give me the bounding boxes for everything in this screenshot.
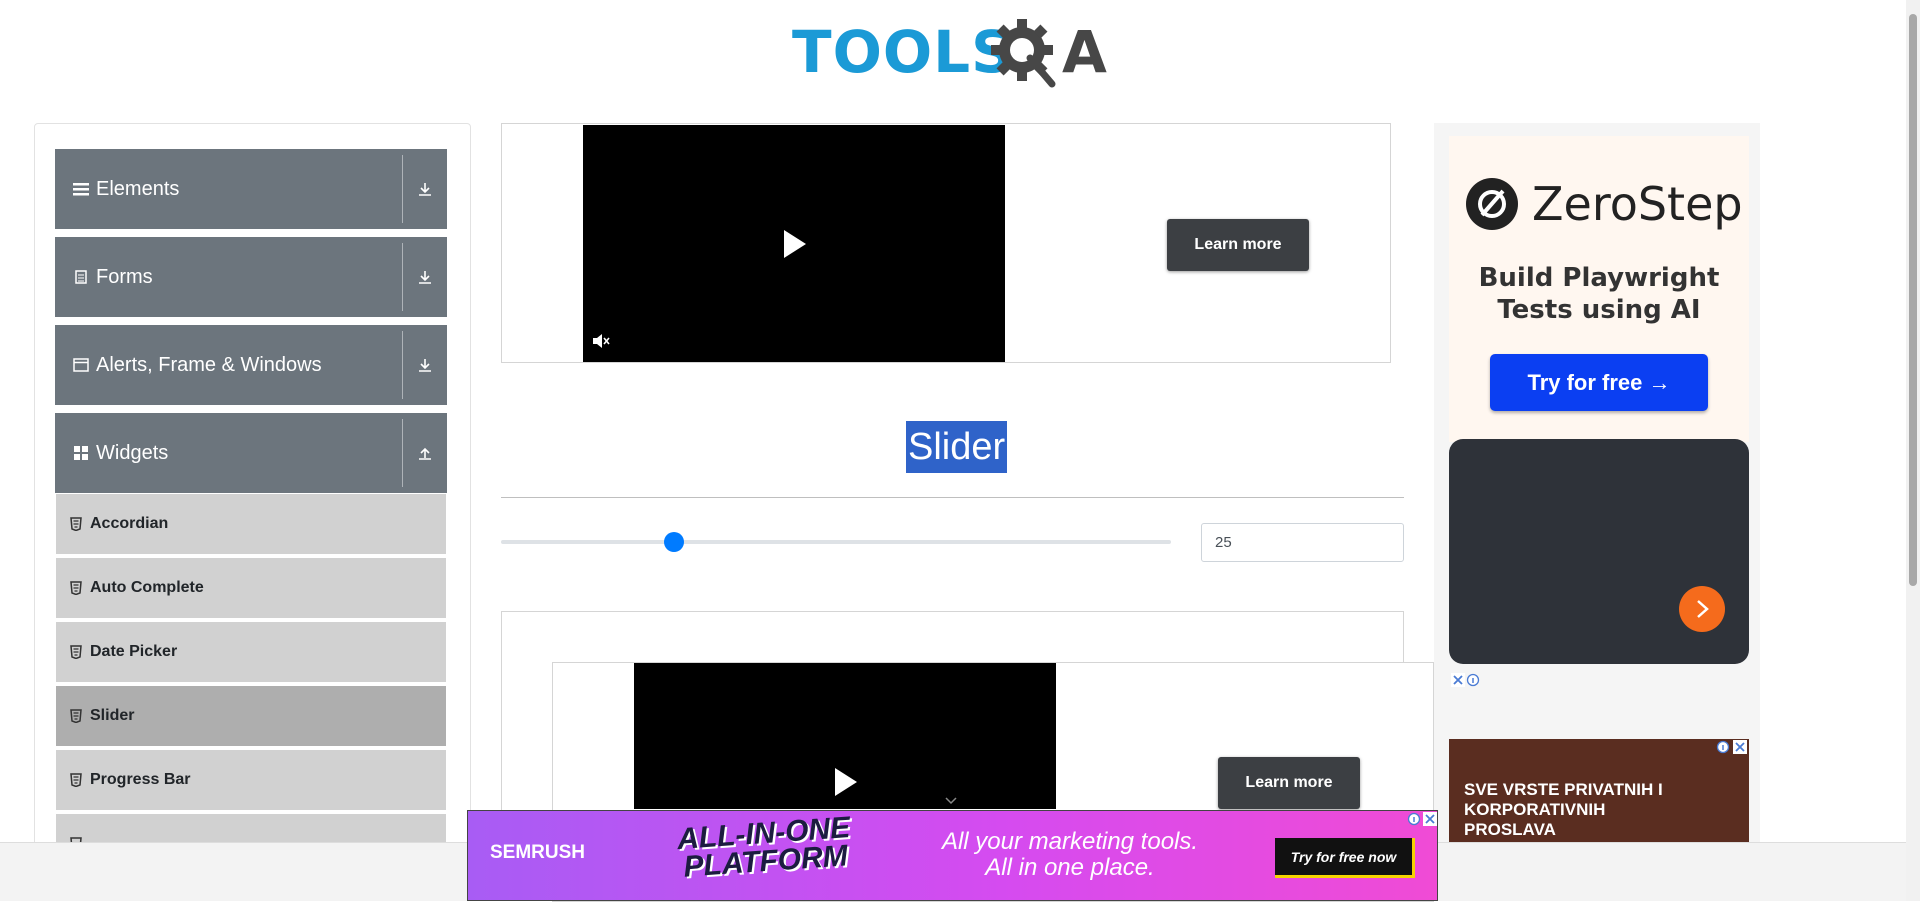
zerostep-brand: ZeroStep: [1532, 177, 1743, 231]
window-icon: [72, 356, 90, 374]
title-divider: [501, 497, 1404, 498]
menu-item-label: Accordian: [90, 515, 169, 532]
menu-item-label: Auto Complete: [90, 579, 204, 596]
zerostep-logo-icon: [1466, 178, 1518, 230]
sidebar-group-elements[interactable]: Elements: [55, 149, 447, 229]
try-for-free-now-button[interactable]: Try for free now: [1275, 838, 1415, 878]
group-label: Forms: [96, 265, 153, 288]
hamburger-icon: [72, 180, 90, 198]
tagline-line: Tests using AI: [1497, 295, 1701, 325]
bar-ad-text: SVE VRSTE PRIVATNIH I KORPORATIVNIH PROS…: [1464, 780, 1663, 839]
sidebar-group-alerts-frame-windows[interactable]: Alerts, Frame & Windows: [55, 325, 447, 405]
zerostep-tagline: Build Playwright Tests using AI: [1449, 262, 1749, 326]
html5-icon: [70, 709, 82, 723]
toolsqa-logo[interactable]: TOOLS A: [792, 14, 1117, 90]
sidebar-group-widgets[interactable]: Widgets: [55, 413, 447, 493]
menu-item-auto-complete[interactable]: Auto Complete: [56, 558, 446, 620]
slider-value-field[interactable]: 25: [1201, 523, 1404, 562]
try-for-free-button[interactable]: Try for free →: [1490, 354, 1708, 411]
video-player-top[interactable]: [583, 125, 1005, 362]
upload-icon[interactable]: [411, 413, 439, 493]
tagline-line: All your marketing tools.: [941, 828, 1199, 855]
menu-item-accordian[interactable]: Accordian: [56, 494, 446, 556]
group-divider: [402, 331, 403, 399]
ad-choices-icon[interactable]: [1407, 812, 1437, 826]
group-label: Alerts, Frame & Windows: [96, 353, 322, 376]
logo-text: TOOLS: [792, 18, 1014, 86]
group-label: Elements: [96, 177, 180, 200]
document-icon: [72, 268, 90, 286]
html5-icon: [70, 517, 82, 531]
tagline-line: All in one place.: [985, 854, 1155, 881]
next-arrow-button[interactable]: [1679, 586, 1725, 632]
chevron-down-icon[interactable]: [944, 796, 958, 806]
play-icon[interactable]: [782, 229, 808, 259]
sidebar-group-forms[interactable]: Forms: [55, 237, 447, 317]
group-divider: [402, 243, 403, 311]
html5-icon: [70, 581, 82, 595]
play-icon[interactable]: [833, 767, 859, 797]
ad-choices-icon[interactable]: [1451, 673, 1481, 687]
slider-track[interactable]: [501, 540, 1171, 544]
download-icon[interactable]: [411, 325, 439, 405]
semrush-tagline: All your marketing tools. All in one pla…: [900, 829, 1240, 881]
download-icon[interactable]: [411, 237, 439, 317]
menu-item-progress-bar[interactable]: Progress Bar: [56, 750, 446, 812]
learn-more-button[interactable]: Learn more: [1167, 219, 1309, 271]
group-divider: [402, 155, 403, 223]
menu-item-label: Date Picker: [90, 643, 178, 660]
page-title: Slider: [906, 421, 1008, 473]
learn-more-button[interactable]: Learn more: [1218, 757, 1360, 809]
download-icon[interactable]: [411, 149, 439, 229]
menu-item-date-picker[interactable]: Date Picker: [56, 622, 446, 684]
html5-icon: [70, 773, 82, 787]
group-label: Widgets: [96, 441, 169, 464]
menu-item-slider[interactable]: Slider: [56, 686, 446, 748]
ad-choices-icon[interactable]: [1716, 740, 1748, 754]
semrush-badge: ALL-IN-ONE PLATFORM: [668, 811, 862, 892]
menu-item-label: Progress Bar: [90, 771, 191, 788]
semrush-brand: SEMRUSH: [490, 842, 586, 863]
tagline-line: Build Playwright: [1478, 263, 1720, 293]
group-divider: [402, 419, 403, 487]
slider-thumb[interactable]: [663, 532, 684, 552]
logo-letter: A: [1062, 18, 1107, 86]
widgets-icon: [72, 444, 90, 462]
scrollbar-thumb[interactable]: [1909, 14, 1917, 586]
menu-item-label: Slider: [90, 707, 135, 724]
mute-icon[interactable]: [592, 333, 610, 349]
video-player-bottom[interactable]: [634, 663, 1056, 809]
html5-icon: [70, 645, 82, 659]
chevron-right-icon: [1697, 600, 1709, 618]
